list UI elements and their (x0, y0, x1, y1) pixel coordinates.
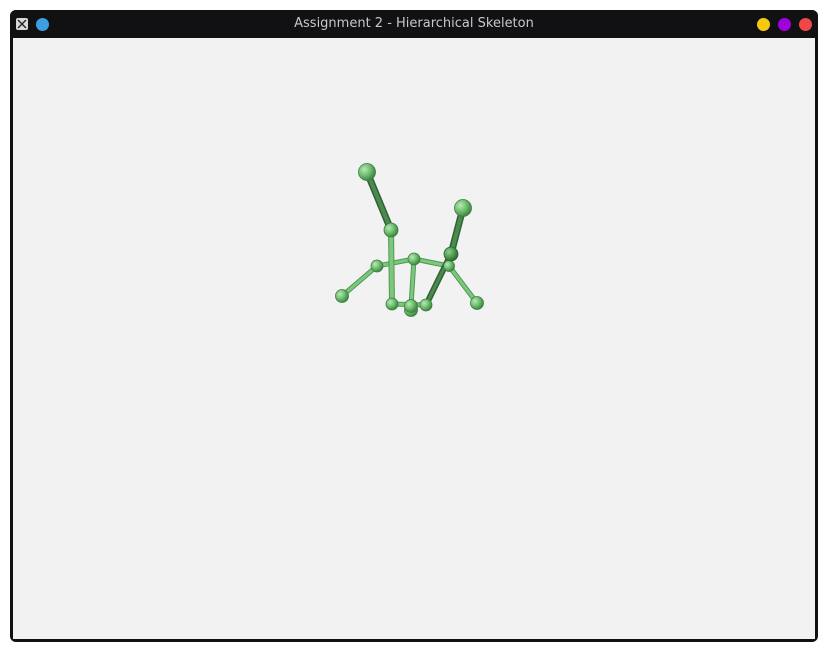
window-title: Assignment 2 - Hierarchical Skeleton (294, 16, 534, 31)
minimize-button[interactable] (757, 18, 770, 31)
title-bar[interactable]: Assignment 2 - Hierarchical Skeleton (10, 10, 818, 38)
skeleton-render (335, 163, 484, 317)
app-window: Assignment 2 - Hierarchical Skeleton (10, 10, 818, 642)
opengl-viewport[interactable] (13, 38, 815, 639)
close-button[interactable] (799, 18, 812, 31)
skeleton-bones (339, 168, 480, 314)
maximize-button[interactable] (778, 18, 791, 31)
